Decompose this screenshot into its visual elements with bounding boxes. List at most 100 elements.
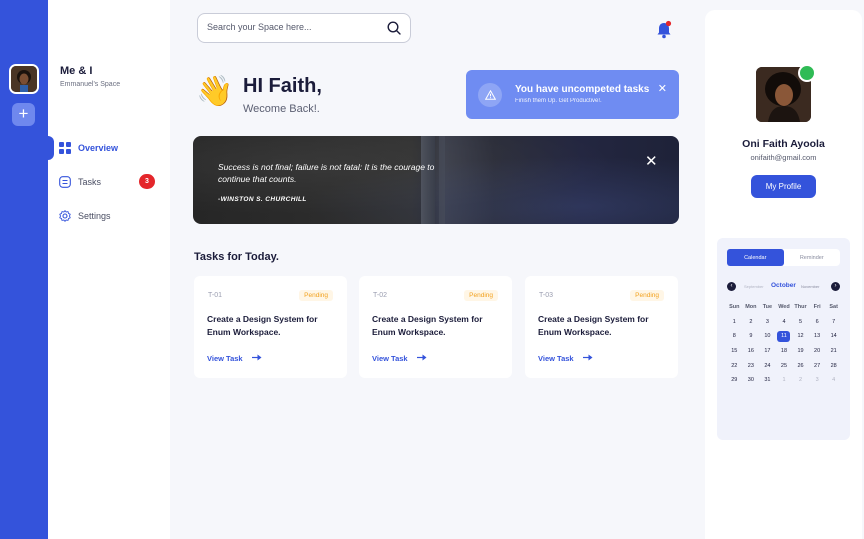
calendar-day[interactable]: 1 <box>726 319 743 325</box>
calendar-day[interactable]: 13 <box>809 333 826 339</box>
calendar-day[interactable]: 6 <box>809 319 826 325</box>
calendar-day[interactable]: 5 <box>792 319 809 325</box>
gear-icon <box>58 210 71 223</box>
sidebar-item-label: Settings <box>78 211 111 221</box>
arrow-right-icon <box>416 354 427 363</box>
task-card[interactable]: T-02 Pending Create a Design System for … <box>359 276 512 378</box>
weekday-label: Sat <box>829 304 838 311</box>
calendar-day[interactable]: 27 <box>809 363 826 369</box>
month-navigation: ‹ September October November › <box>727 282 840 292</box>
online-status-indicator <box>798 64 816 82</box>
calendar-week: 8 9 10 11 12 13 14 <box>726 329 842 344</box>
arrow-right-icon <box>582 354 593 363</box>
task-card[interactable]: T-03 Pending Create a Design System for … <box>525 276 678 378</box>
add-workspace-button[interactable]: + <box>12 103 35 126</box>
calendar-day[interactable]: 2 <box>792 377 809 383</box>
calendar-day[interactable]: 24 <box>759 363 776 369</box>
workspace-avatar[interactable] <box>9 64 39 94</box>
tab-calendar[interactable]: Calendar <box>727 249 784 266</box>
calendar-day[interactable]: 3 <box>759 319 776 325</box>
view-task-label: View Task <box>207 354 243 363</box>
calendar-day[interactable]: 23 <box>743 363 760 369</box>
calendar-day[interactable]: 15 <box>726 348 743 354</box>
calendar-day[interactable]: 16 <box>743 348 760 354</box>
calendar-grid: Sun Mon Tue Wed Thur Fri Sat 1 2 3 4 5 6 7 8 9 10 11 12 13 1… <box>726 300 842 388</box>
view-task-label: View Task <box>538 354 574 363</box>
alert-close-icon[interactable]: ✕ <box>658 82 667 95</box>
calendar-tabs: Calendar Reminder <box>727 249 840 266</box>
calendar-day[interactable]: 18 <box>776 348 793 354</box>
grid-icon <box>58 142 71 155</box>
calendar-day[interactable]: 4 <box>776 319 793 325</box>
greeting-title: HI Faith, <box>243 75 322 97</box>
search-icon[interactable] <box>387 21 401 40</box>
calendar-day[interactable]: 20 <box>809 348 826 354</box>
view-task-link[interactable]: View Task <box>207 354 262 363</box>
calendar-day[interactable]: 9 <box>743 333 760 339</box>
status-badge: Pending <box>630 290 664 301</box>
calendar-day[interactable]: 10 <box>759 333 776 339</box>
chevron-right-icon[interactable]: › <box>831 282 840 291</box>
chevron-left-icon[interactable]: ‹ <box>727 282 736 291</box>
calendar-week: 22 23 24 25 26 27 28 <box>726 358 842 373</box>
calendar-day[interactable]: 26 <box>792 363 809 369</box>
calendar-day[interactable]: 28 <box>825 363 842 369</box>
task-card[interactable]: T-01 Pending Create a Design System for … <box>194 276 347 378</box>
calendar-day[interactable]: 25 <box>776 363 793 369</box>
calendar-day[interactable]: 17 <box>759 348 776 354</box>
calendar-day[interactable]: 21 <box>825 348 842 354</box>
current-month-label: October <box>771 282 796 289</box>
task-name: Create a Design System for Enum Workspac… <box>538 314 649 337</box>
status-badge: Pending <box>464 290 498 301</box>
calendar-day[interactable]: 4 <box>825 377 842 383</box>
quote-author: -WINSTON S. CHURCHILL <box>218 196 307 203</box>
active-indicator <box>46 136 54 160</box>
calendar-day[interactable]: 31 <box>759 377 776 383</box>
warning-icon <box>478 83 502 107</box>
waving-hand-icon: 👋 <box>196 75 234 108</box>
arrow-right-icon <box>251 354 262 363</box>
calendar-day[interactable]: 29 <box>726 377 743 383</box>
calendar-day[interactable]: 11 <box>776 330 793 342</box>
task-name: Create a Design System for Enum Workspac… <box>372 314 483 337</box>
profile-email: onifaith@gmail.com <box>750 153 817 162</box>
search-bar <box>197 13 411 43</box>
weekday-label: Thur <box>794 304 807 311</box>
calendar-widget: Calendar Reminder ‹ September October No… <box>717 238 850 440</box>
calendar-day[interactable]: 22 <box>726 363 743 369</box>
next-month-label[interactable]: November <box>801 284 819 289</box>
sidebar: Me & I Emmanuel's Space Overview Tasks 3… <box>46 0 170 539</box>
view-task-label: View Task <box>372 354 408 363</box>
uncompleted-tasks-alert: You have uncompeted tasks Finish them Up… <box>466 70 679 119</box>
document-icon <box>58 176 71 189</box>
calendar-week: 15 16 17 18 19 20 21 <box>726 344 842 359</box>
task-id: T-03 <box>539 292 554 299</box>
tab-reminder[interactable]: Reminder <box>784 249 841 266</box>
sidebar-item-settings[interactable]: Settings <box>58 208 162 224</box>
task-name: Create a Design System for Enum Workspac… <box>207 314 318 337</box>
calendar-day[interactable]: 2 <box>743 319 760 325</box>
calendar-day[interactable]: 30 <box>743 377 760 383</box>
previous-month-label[interactable]: September <box>744 284 764 289</box>
calendar-day[interactable]: 7 <box>825 319 842 325</box>
quote-banner: Success is not final; failure is not fat… <box>193 136 679 224</box>
calendar-day[interactable]: 19 <box>792 348 809 354</box>
sidebar-item-label: Overview <box>78 143 119 153</box>
calendar-day[interactable]: 12 <box>792 333 809 339</box>
calendar-day[interactable]: 1 <box>776 377 793 383</box>
view-task-link[interactable]: View Task <box>372 354 427 363</box>
workspace-rail: + <box>0 0 48 539</box>
search-input[interactable] <box>207 22 377 32</box>
my-profile-button[interactable]: My Profile <box>751 175 816 198</box>
banner-close-icon[interactable]: ✕ <box>645 152 658 170</box>
calendar-day[interactable]: 14 <box>825 333 842 339</box>
weekday-label: Wed <box>778 304 790 311</box>
calendar-day[interactable]: 8 <box>726 333 743 339</box>
status-badge: Pending <box>299 290 333 301</box>
view-task-link[interactable]: View Task <box>538 354 593 363</box>
profile-panel: Oni Faith Ayoola onifaith@gmail.com My P… <box>705 10 862 539</box>
notification-bell-icon[interactable] <box>655 20 673 40</box>
calendar-day[interactable]: 3 <box>809 377 826 383</box>
sidebar-item-overview[interactable]: Overview <box>58 140 162 156</box>
quote-text: Success is not final; failure is not fat… <box>218 162 435 184</box>
